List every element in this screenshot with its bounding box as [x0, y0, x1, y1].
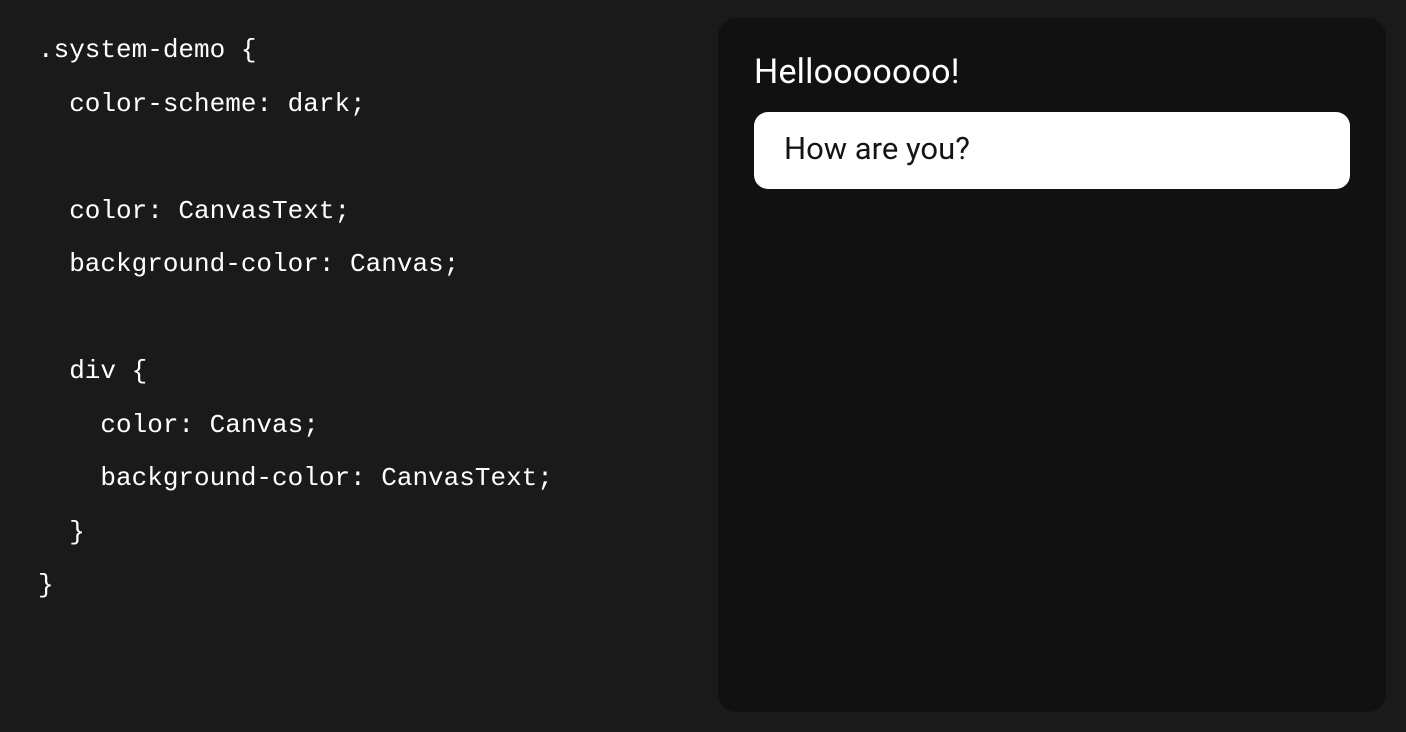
layout-container: .system-demo { color-scheme: dark; color… [0, 0, 1406, 732]
code-line-9: background-color: CanvasText; [38, 452, 553, 506]
code-line-5: background-color: Canvas; [38, 238, 459, 292]
demo-panel: Hellooooooo! How are you? [718, 18, 1386, 712]
code-line-2: color-scheme: dark; [38, 78, 366, 132]
code-line-8: color: Canvas; [38, 399, 319, 453]
code-line-4: color: CanvasText; [38, 185, 350, 239]
code-line-11: } [38, 570, 54, 600]
code-snippet: .system-demo { color-scheme: dark; color… [38, 18, 678, 712]
code-line-10: } [38, 506, 85, 560]
code-line-1: .system-demo { [38, 35, 256, 65]
demo-heading: Hellooooooo! [754, 52, 1350, 92]
demo-inner-box: How are you? [754, 112, 1350, 189]
code-line-7: div { [38, 345, 147, 399]
